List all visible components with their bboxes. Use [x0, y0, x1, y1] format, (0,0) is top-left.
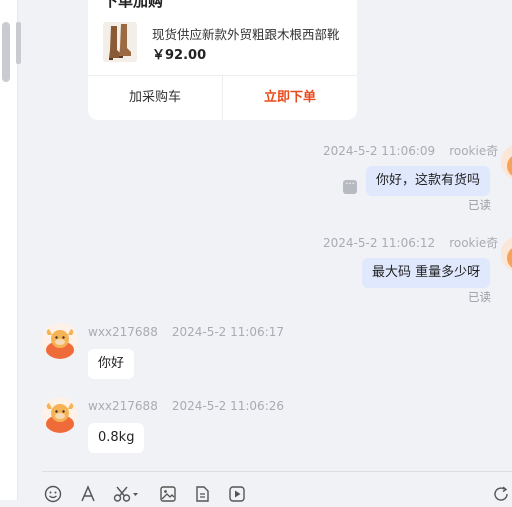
message-meta: wxx217688 2024-5-2 11:06:26 [88, 399, 284, 413]
input-toolbar [42, 471, 512, 503]
product-card: 下单加购 现货供应新款外贸粗跟木根西部靴 ￥92.00 加采购车 立即下单 [88, 0, 357, 120]
product-thumbnail[interactable] [103, 22, 137, 62]
message-meta: 2024-5-2 11:06:12 rookie奇 [323, 234, 498, 251]
avatar[interactable] [42, 397, 78, 433]
more-options-icon[interactable]: ··· [343, 180, 357, 194]
message-meta: 2024-5-2 11:06:09 rookie奇 [323, 142, 498, 159]
sender-name: wxx217688 [88, 399, 158, 413]
avatar[interactable] [501, 236, 512, 272]
read-status: 已读 [468, 290, 491, 304]
video-icon[interactable] [228, 485, 246, 503]
message-time: 2024-5-2 11:06:26 [171, 399, 285, 413]
font-icon[interactable] [79, 485, 97, 503]
emoji-icon[interactable] [44, 485, 62, 503]
product-price: ￥92.00 [152, 48, 207, 63]
image-icon[interactable] [159, 485, 177, 503]
message-meta: wxx217688 2024-5-2 11:06:17 [88, 325, 284, 339]
message-bubble[interactable]: 最大码 重量多少呀 [362, 258, 491, 288]
sender-name: rookie奇 [449, 236, 499, 250]
read-status: 已读 [468, 198, 491, 212]
sender-name: rookie奇 [449, 144, 499, 158]
add-to-cart-button[interactable]: 加采购车 [88, 76, 222, 120]
file-icon[interactable] [193, 485, 211, 503]
card-title: 下单加购 [103, 0, 164, 10]
message-bubble[interactable]: 你好，这款有货吗 [366, 166, 491, 196]
message-bubble[interactable]: 你好 [88, 349, 135, 379]
avatar[interactable] [42, 323, 78, 359]
history-icon[interactable] [492, 485, 510, 503]
message-time: 2024-5-2 11:06:12 [323, 236, 436, 250]
side-panel [0, 0, 18, 500]
sender-name: wxx217688 [88, 325, 158, 339]
side-scrollbar[interactable] [2, 22, 10, 82]
product-name[interactable]: 现货供应新款外贸粗跟木根西部靴 [152, 24, 352, 43]
chat-scrollbar[interactable] [16, 22, 21, 64]
message-bubble[interactable]: 0.8kg [88, 423, 145, 453]
message-time: 2024-5-2 11:06:09 [323, 144, 436, 158]
avatar[interactable] [501, 144, 512, 180]
message-time: 2024-5-2 11:06:17 [171, 325, 285, 339]
buy-now-button[interactable]: 立即下单 [223, 76, 357, 120]
scissors-icon[interactable] [113, 485, 139, 503]
